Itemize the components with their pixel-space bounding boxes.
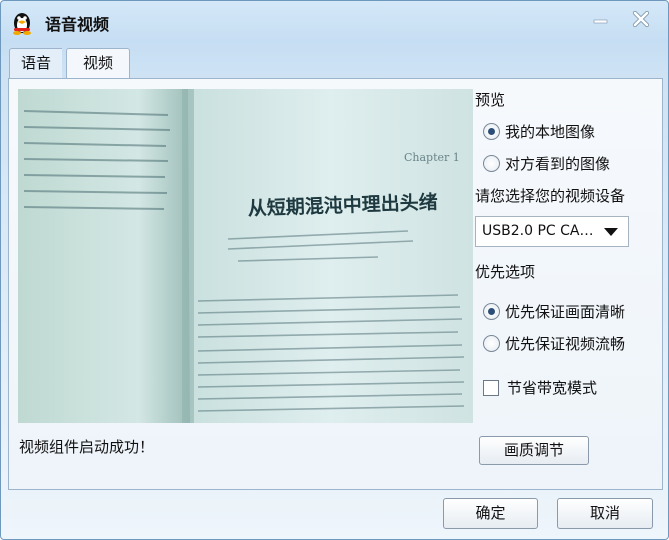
chevron-down-icon[interactable] (604, 228, 618, 236)
checkbox-label: 节省带宽模式 (507, 379, 598, 397)
ok-button[interactable]: 确定 (443, 498, 538, 529)
radio-indicator[interactable] (483, 335, 500, 352)
quality-adjust-button[interactable]: 画质调节 (479, 436, 589, 465)
camera-preview-image: Chapter 1 从短期混沌中理出头绪 (18, 89, 473, 423)
radio-label: 对方看到的图像 (505, 155, 611, 173)
video-device-select[interactable]: USB2.0 PC CA… (475, 216, 629, 247)
penguin-icon (13, 13, 31, 35)
minimize-icon[interactable] (590, 9, 612, 29)
radio-label: 我的本地图像 (505, 123, 596, 141)
radio-label: 优先保证视频流畅 (505, 335, 626, 353)
video-device-value: USB2.0 PC CA… (482, 223, 594, 239)
video-panel: Chapter 1 从短期混沌中理出头绪 视频组件启动成功！ 预览 我的本地图像… (8, 78, 663, 490)
radio-label: 优先保证画面清晰 (505, 303, 626, 321)
priority-label: 优先选项 (475, 263, 536, 281)
tab-voice[interactable]: 语音 (9, 48, 62, 78)
cancel-button[interactable]: 取消 (557, 498, 653, 529)
video-dialog: 语音视频 语音 视频 Chapter 1 从短期混沌中理出头绪 视频组件启动成功… (0, 0, 669, 540)
tab-video[interactable]: 视频 (66, 48, 130, 79)
radio-indicator[interactable] (483, 303, 500, 320)
preview-label: 预览 (475, 91, 506, 109)
chapter-label: Chapter 1 (404, 151, 460, 164)
camera-preview: Chapter 1 从短期混沌中理出头绪 (18, 89, 473, 423)
checkbox-box[interactable] (483, 380, 499, 396)
status-message: 视频组件启动成功！ (19, 438, 155, 456)
radio-indicator[interactable] (483, 123, 500, 140)
radio-indicator[interactable] (483, 155, 500, 172)
window-title: 语音视频 (45, 15, 110, 34)
device-prompt: 请您选择您的视频设备 (475, 187, 626, 205)
title-bar[interactable]: 语音视频 (1, 1, 668, 41)
close-icon[interactable] (630, 9, 652, 29)
